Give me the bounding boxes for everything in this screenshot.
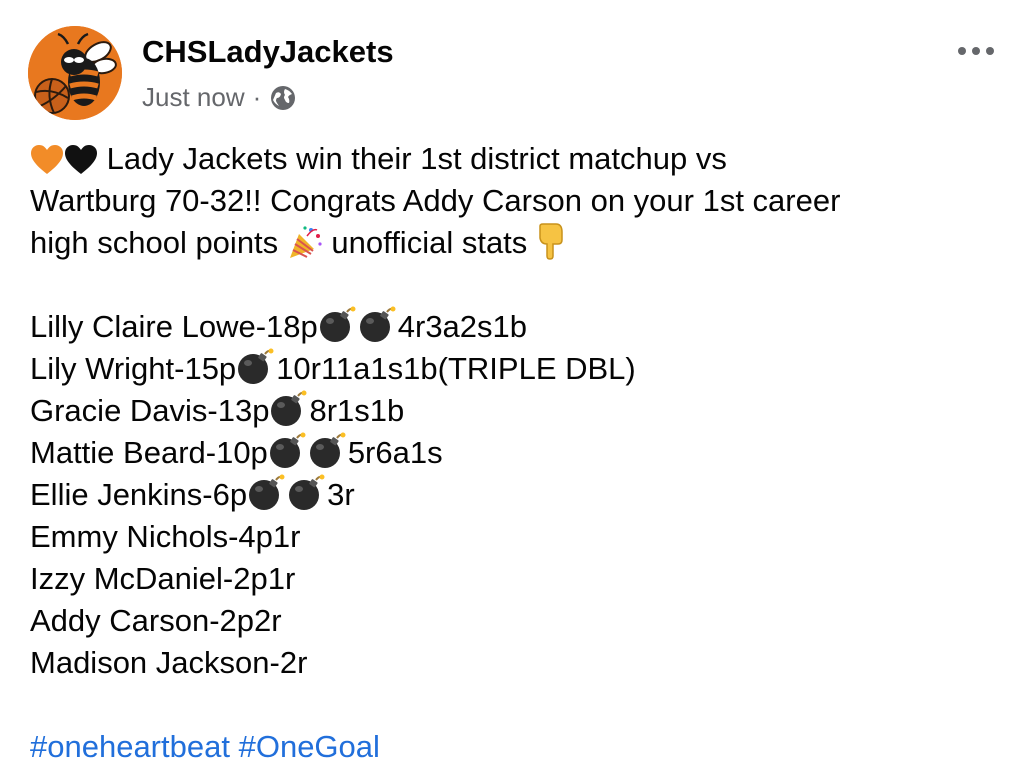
stat-player: Addy Carson-2p2r [30,603,282,638]
more-options-button[interactable] [952,36,1000,66]
globe-icon[interactable] [269,84,297,112]
stat-line: Gracie Davis-13p 8r1s1b [30,390,1000,432]
meta-separator: · [252,82,262,112]
pointing-down-emoji [536,222,566,271]
post-line-3: high school points unofficial stats [30,222,1000,264]
stat-line: Addy Carson-2p2r [30,600,1000,642]
post-text: Wartburg 70-32!! Congrats Addy Carson on… [30,183,841,218]
stat-line: Izzy McDaniel-2p1r [30,558,1000,600]
stat-details: 8r1s1b [309,393,405,428]
stat-line: Ellie Jenkins-6p 3r [30,474,1000,516]
stat-details: 3r [327,477,355,512]
stat-details: 5r6a1s [347,435,443,470]
stat-player: Madison Jackson-2r [30,645,308,680]
stats-list: Lilly Claire Lowe-18p 4r3a2s1b Lily Wright… [30,306,1000,684]
more-options-icon [958,47,966,55]
stat-player: Lily Wright-15p [30,351,237,386]
stat-details: 10r11a1s1b(TRIPLE DBL) [276,351,636,386]
party-popper-emoji [287,224,323,271]
post-text: Lady Jackets win their 1st district matc… [106,141,727,176]
post-text: unofficial stats [331,225,528,260]
stat-player: Ellie Jenkins-6p [30,477,248,512]
stat-player: Lilly Claire Lowe-18p [30,309,318,344]
post-meta: Just now · [142,82,297,113]
hashtag-link[interactable]: #OneGoal [239,729,380,764]
hashtag-link[interactable]: #oneheartbeat [30,729,230,764]
hashtags: #oneheartbeat #OneGoal [30,726,1000,768]
timestamp[interactable]: Just now [142,82,245,113]
page-name[interactable]: CHSLadyJackets [142,34,394,70]
stat-line: Emmy Nichols-4p1r [30,516,1000,558]
stat-line: Lilly Claire Lowe-18p 4r3a2s1b [30,306,1000,348]
profile-avatar[interactable] [28,26,122,120]
post-line-1: Lady Jackets win their 1st district matc… [30,138,1000,180]
post-line-2: Wartburg 70-32!! Congrats Addy Carson on… [30,180,1000,222]
stat-details: 4r3a2s1b [397,309,528,344]
stat-line: Mattie Beard-10p 5r6a1s [30,432,1000,474]
post-text: high school points [30,225,279,260]
stat-line: Lily Wright-15p 10r11a1s1b(TRIPLE DBL) [30,348,1000,390]
stat-player: Emmy Nichols-4p1r [30,519,301,554]
stat-player: Mattie Beard-10p [30,435,268,470]
stat-player: Gracie Davis-13p [30,393,270,428]
post-body: Lady Jackets win their 1st district matc… [30,138,1000,768]
stat-line: Madison Jackson-2r [30,642,1000,684]
post-header: CHSLadyJackets Just now · [28,26,1004,122]
stat-player: Izzy McDaniel-2p1r [30,561,296,596]
